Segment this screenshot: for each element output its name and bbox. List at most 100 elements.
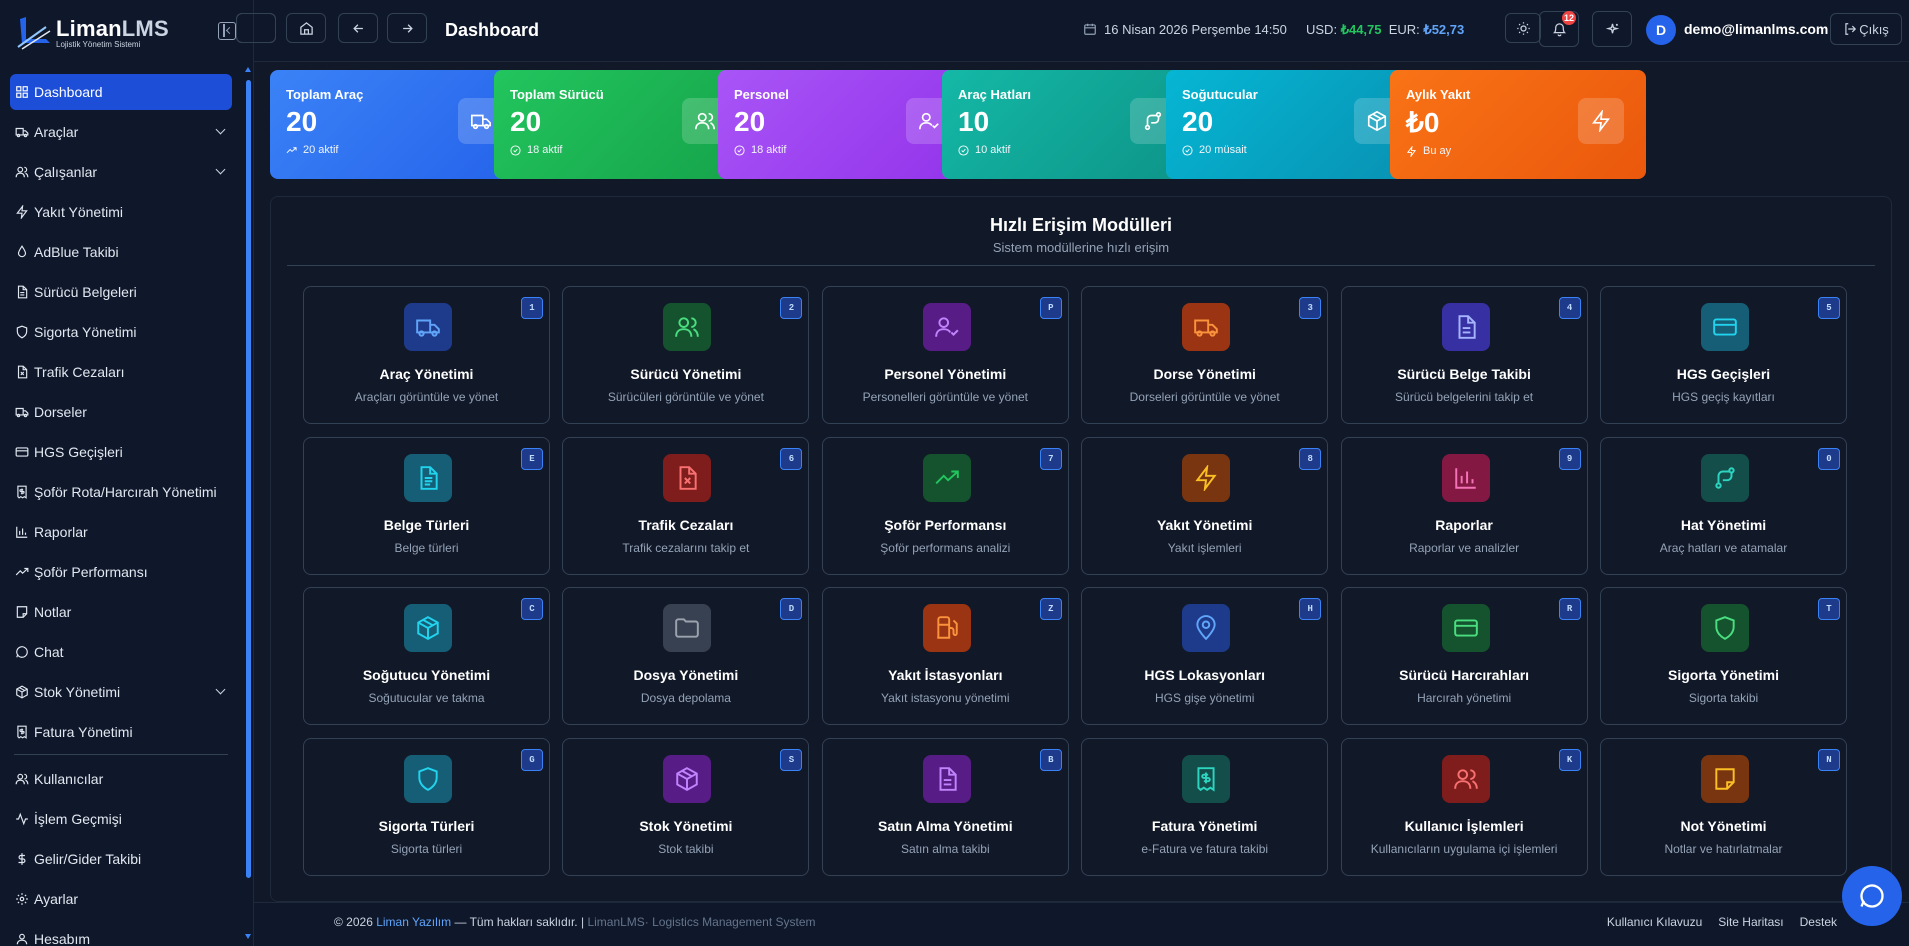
sidebar-item-sofor-performansi[interactable]: Şoför Performansı [10,554,232,590]
app-logo[interactable]: LimanLMS Lojistik Yönetim Sistemi [0,0,253,64]
theme-toggle-button[interactable] [1505,13,1541,43]
back-button[interactable] [338,13,378,43]
receipt-icon [1197,767,1215,792]
sidebar-item-dorseler[interactable]: Dorseler [10,394,232,430]
droplet-icon [14,244,30,260]
module-card-personel-yonetimi[interactable]: Personel Yönetimi Personelleri görüntüle … [821,286,1069,424]
sidebar-item-gelir-gider-takibi[interactable]: Gelir/Gider Takibi [10,841,232,877]
calendar-icon [1083,22,1097,36]
sidebar-item-notlar[interactable]: Notlar [10,594,232,630]
sidebar-item-araclar[interactable]: Araçlar [10,114,232,150]
chat-fab-button[interactable] [1842,866,1902,926]
module-card-kullanici-i-slemleri[interactable]: Kullanıcı İşlemleri Kullanıcıların uygula… [1340,738,1588,877]
module-card-trafik-cezalari[interactable]: Trafik Cezaları Trafik cezalarını takip e… [562,436,810,575]
module-title: Kullanıcı İşlemleri [1404,818,1524,835]
footer-link-destek[interactable]: Destek [1800,915,1837,929]
sidebar-item-hesabim[interactable]: Hesabım [10,921,232,946]
users-icon [14,771,30,787]
sidebar-collapse-icon[interactable] [218,22,236,40]
card-icon [1453,619,1478,637]
shortcut-key-badge: B [1039,749,1062,772]
chevron-down-icon[interactable] [215,124,226,135]
stat-card-personel[interactable]: Personel 20 18 aktif [718,70,974,179]
user-email[interactable]: demo@limanlms.com [1684,21,1828,37]
footer-link-kullanici-kilavuzu[interactable]: Kullanıcı Kılavuzu [1607,915,1702,929]
module-card-yakit-yonetimi[interactable]: Yakıt Yönetimi Yakıt işlemleri 8 [1081,436,1329,575]
stat-card-toplam-surucu[interactable]: Toplam Sürücü 20 18 aktif [494,70,750,179]
module-card-yakit-i-stasyonlari[interactable]: Yakıt İstasyonları Yakıt istasyonu yöneti… [821,587,1069,726]
module-card-dosya-yonetimi[interactable]: Dosya Yönetimi Dosya depolama D [562,587,810,726]
module-card-not-yonetimi[interactable]: Not Yönetimi Notlar ve hatırlatmalar N [1600,738,1847,877]
stat-card-aylik-yakit[interactable]: Aylık Yakıt ₺0 Bu ay [1390,70,1646,179]
sidebar-item-label: Gelir/Gider Takibi [34,851,142,867]
forward-button[interactable] [387,13,427,43]
module-icon-box [1701,303,1749,351]
sidebar-item-chat[interactable]: Chat [10,634,232,670]
module-card-surucu-harcirahlari[interactable]: Sürücü Harcırahları Harcırah yönetimi R [1340,587,1588,726]
sidebar-item-dashboard[interactable]: Dashboard [10,74,232,110]
module-description: Raporlar ve analizler [1409,540,1520,555]
header-datetime: 16 Nisan 2026 Perşembe 14:50 [1104,22,1287,37]
module-card-hat-yonetimi[interactable]: Hat Yönetimi Araç hatları ve atamalar 0 [1600,436,1847,575]
sidebar-item-yakit-yonetimi[interactable]: Yakıt Yönetimi [10,194,232,230]
eur-value: ₺52,73 [1423,22,1465,37]
module-icon-box [1441,303,1490,351]
module-card-sigorta-turleri[interactable]: Sigorta Türleri Sigorta türleri G [303,738,550,877]
sidebar-item-sigorta-yonetimi[interactable]: Sigorta Yönetimi [10,314,232,350]
sidebar-item-surucu-belgeleri[interactable]: Sürücü Belgeleri [10,274,232,310]
quick-access-title: Hızlı Erişim Modülleri [989,215,1173,235]
sidebar-item-i-slem-gecmisi[interactable]: İşlem Geçmişi [10,801,232,837]
notification-count-badge: 12 [1562,11,1577,25]
sidebar-item-fatura-yonetimi[interactable]: Fatura Yönetimi [10,714,232,750]
sidebar-item-trafik-cezalari[interactable]: Trafik Cezaları [10,354,232,390]
module-card-belge-turleri[interactable]: Belge Türleri Belge türleri E [303,436,550,575]
sidebar-item-hgs-gecisleri[interactable]: HGS Geçişleri [10,434,232,470]
user-avatar[interactable]: D [1646,15,1676,45]
chevron-down-icon[interactable] [215,164,226,175]
module-card-hgs-lokasyonlari[interactable]: HGS Lokasyonları HGS gişe yönetimi H [1081,587,1329,726]
stat-subtext: 20 aktif [286,144,510,156]
module-card-sigorta-yonetimi[interactable]: Sigorta Yönetimi Sigorta takibi T [1600,587,1847,726]
module-card-dorse-yonetimi[interactable]: Dorse Yönetimi Dorseleri görüntüle ve yön… [1081,286,1329,424]
dollar-icon [18,853,26,865]
ai-assistant-button[interactable] [1592,11,1632,47]
sidebar-item-stok-yonetimi[interactable]: Stok Yönetimi [10,674,232,710]
module-card-hgs-gecisleri[interactable]: HGS Geçişleri HGS geçiş kayıtları 5 [1600,286,1847,424]
sidebar-item-label: Fatura Yönetimi [34,724,133,740]
logout-button[interactable]: Çıkış [1830,13,1902,45]
sidebar-item-sofor-rota-harcirah-yonetimi[interactable]: Şoför Rota/Harcırah Yönetimi [10,474,232,510]
user-icon [16,933,28,945]
shortcut-key-badge: S [780,749,803,772]
file-x-icon [17,365,28,379]
chevron-down-icon[interactable] [215,684,226,695]
stat-card-sogutucular[interactable]: Soğutucular 20 20 müsait [1166,70,1422,179]
footer-brand-link[interactable]: Liman Yazılım [376,915,451,929]
module-card-surucu-yonetimi[interactable]: Sürücü Yönetimi Sürücüleri görüntüle ve y… [562,286,810,424]
stat-card-toplam-arac[interactable]: Toplam Araç 20 20 aktif [270,70,526,179]
footer-link-site-haritasi[interactable]: Site Haritası [1718,915,1783,929]
module-card-sofor-performansi[interactable]: Şoför Performansı Şoför performans analiz… [821,436,1069,575]
stat-card-arac-hatlari[interactable]: Araç Hatları 10 10 aktif [942,70,1198,179]
scroll-up-arrow-icon[interactable] [245,67,251,72]
sidebar-scroll-thumb[interactable] [246,80,251,878]
module-description: e-Fatura ve fatura takibi [1141,842,1269,857]
scroll-down-arrow-icon[interactable] [245,934,251,939]
user-icon [14,931,30,946]
sidebar-item-adblue-takibi[interactable]: AdBlue Takibi [10,234,232,270]
sidebar-item-calisanlar[interactable]: Çalışanlar [10,154,232,190]
module-card-raporlar[interactable]: Raporlar Raporlar ve analizler 9 [1340,436,1588,575]
module-icon-box [404,303,452,351]
sidebar-item-kullanicilar[interactable]: Kullanıcılar [10,761,232,797]
module-card-sogutucu-yonetimi[interactable]: Soğutucu Yönetimi Soğutucular ve takma C [303,587,550,726]
sidebar-item-label: Dashboard [34,84,103,100]
home-button[interactable] [286,13,326,43]
module-card-fatura-yonetimi[interactable]: Fatura Yönetimi e-Fatura ve fatura takibi [1081,738,1329,877]
note-icon [14,604,30,620]
sidebar-item-ayarlar[interactable]: Ayarlar [10,881,232,917]
module-card-stok-yonetimi[interactable]: Stok Yönetimi Stok takibi S [562,738,810,877]
sidebar-item-raporlar[interactable]: Raporlar [10,514,232,550]
card-icon [14,444,30,460]
module-card-satin-alma-yonetimi[interactable]: Satın Alma Yönetimi Satın alma takibi B [821,738,1069,877]
module-card-arac-yonetimi[interactable]: Araç Yönetimi Araçları görüntüle ve yönet… [303,286,550,424]
module-card-surucu-belge-takibi[interactable]: Sürücü Belge Takibi Sürücü belgelerini ta… [1340,286,1588,424]
